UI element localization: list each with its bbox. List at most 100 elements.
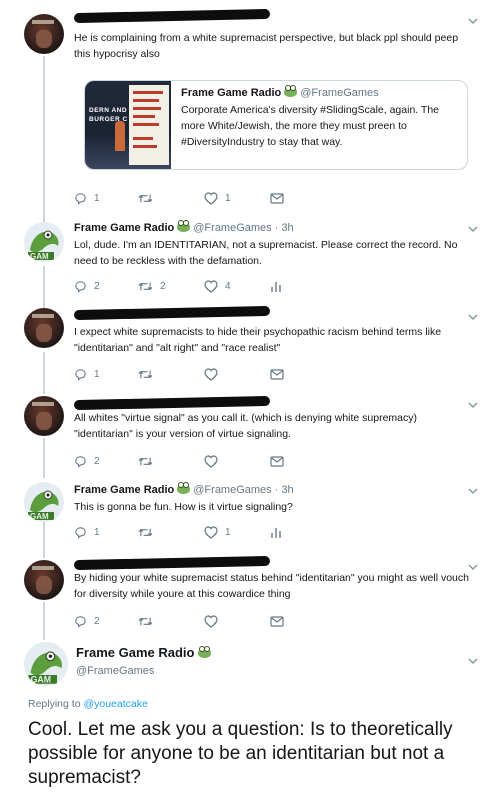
avatar[interactable] (24, 560, 64, 600)
retweet-button[interactable] (138, 191, 160, 205)
avatar[interactable]: GAM (24, 482, 64, 522)
avatar[interactable] (24, 14, 64, 54)
chevron-down-icon[interactable] (468, 400, 478, 410)
heart-icon (204, 279, 218, 293)
reply-count: 2 (94, 615, 100, 627)
message-button[interactable] (270, 614, 284, 628)
quoted-author: Frame Game Radio @FrameGames (181, 85, 461, 99)
heart-icon (204, 367, 218, 381)
main-author-handle[interactable]: @FrameGames (76, 665, 154, 677)
tweet-text: Lol, dude. I'm an IDENTITARIAN, not a su… (74, 239, 458, 267)
reply-icon (75, 526, 86, 539)
frog-emoji-icon (284, 85, 298, 97)
replying-to-link[interactable]: @youeatcake (83, 698, 147, 710)
like-button[interactable] (204, 367, 218, 381)
reply-icon (75, 192, 86, 205)
main-tweet-text: Cool. Let me ask you a question: Is to t… (28, 719, 453, 788)
reply-button[interactable]: 2 (74, 614, 100, 628)
main-author-name[interactable]: Frame Game Radio (76, 645, 195, 660)
tweet[interactable]: By hiding your white supremacist status … (0, 548, 496, 634)
replying-prefix: Replying to (28, 698, 81, 710)
quoted-tweet-text: Corporate America's diversity #SlidingSc… (181, 104, 440, 148)
quoted-tweet[interactable]: DERN AND BURGER C Frame Game Radio @Frame… (84, 80, 468, 170)
frog-avatar-icon: GAM (24, 222, 64, 262)
tweet-actions: 1 1 (74, 191, 304, 205)
reply-icon (75, 368, 86, 381)
heart-icon (204, 454, 218, 468)
reply-button[interactable]: 1 (74, 525, 100, 539)
reply-count: 1 (94, 192, 100, 204)
image-person (115, 121, 125, 151)
chevron-down-icon[interactable] (468, 16, 478, 26)
message-button[interactable] (270, 367, 284, 381)
retweet-button[interactable] (138, 614, 153, 628)
tweet[interactable]: I expect white supremacists to hide thei… (0, 300, 496, 386)
retweet-icon (138, 617, 153, 625)
svg-text:GAM: GAM (31, 675, 52, 685)
envelope-icon (270, 615, 284, 627)
like-button[interactable] (204, 454, 218, 468)
avatar[interactable] (24, 308, 64, 348)
analytics-button[interactable] (270, 279, 282, 293)
like-button[interactable]: 4 (204, 279, 231, 293)
tweet[interactable]: All whites "virtue signal" as you call i… (0, 388, 496, 474)
reply-count: 1 (94, 368, 100, 380)
retweet-button[interactable] (138, 367, 153, 381)
like-count: 1 (225, 526, 231, 538)
avatar[interactable]: GAM (24, 222, 64, 262)
chevron-down-icon[interactable] (468, 224, 478, 234)
reply-button[interactable]: 2 (74, 279, 100, 293)
analytics-button[interactable] (270, 525, 282, 539)
frog-avatar-icon: GAM (24, 642, 68, 686)
avatar[interactable] (24, 396, 64, 436)
like-count: 4 (225, 280, 231, 292)
author-handle[interactable]: @FrameGames · 3h (193, 222, 293, 234)
frog-emoji-icon (197, 646, 211, 658)
frog-emoji-icon (177, 482, 191, 494)
svg-text:GAM: GAM (30, 252, 49, 261)
message-button[interactable] (270, 191, 284, 205)
like-count: 1 (225, 192, 231, 204)
retweet-icon (138, 457, 153, 465)
tweet-text: This is gonna be fun. How is it virtue s… (74, 501, 293, 513)
tweet-actions: 1 1 (74, 525, 304, 539)
author-name[interactable]: Frame Game Radio (74, 484, 174, 496)
tweet[interactable]: GAM Frame Game Radio @FrameGames · 3h Lol… (0, 212, 496, 298)
reply-button[interactable]: 2 (74, 454, 100, 468)
tweet-text: All whites "virtue signal" as you call i… (74, 412, 418, 440)
like-button[interactable] (204, 614, 218, 628)
svg-text:GAM: GAM (30, 512, 49, 521)
heart-icon (204, 525, 218, 539)
envelope-icon (270, 368, 284, 380)
author-handle[interactable]: @FrameGames · 3h (193, 484, 293, 496)
tweet[interactable]: He is complaining from a white supremaci… (0, 0, 496, 210)
retweet-icon (138, 528, 153, 536)
tweet-text: He is complaining from a white supremaci… (74, 32, 459, 60)
reply-count: 2 (94, 280, 100, 292)
chevron-down-icon[interactable] (468, 486, 478, 496)
like-button[interactable]: 1 (204, 191, 231, 205)
chevron-down-icon[interactable] (468, 312, 478, 322)
retweet-button[interactable] (138, 454, 153, 468)
reply-icon (75, 455, 86, 468)
retweet-button[interactable] (138, 525, 153, 539)
heart-icon (204, 614, 218, 628)
retweet-button[interactable]: 2 (138, 279, 166, 293)
author-name[interactable]: Frame Game Radio (74, 222, 174, 234)
retweet-icon (138, 370, 153, 378)
quoted-tweet-image: DERN AND BURGER C (85, 81, 171, 169)
like-button[interactable]: 1 (204, 525, 231, 539)
reply-button[interactable]: 1 (74, 191, 100, 205)
reply-button[interactable]: 1 (74, 367, 100, 381)
reply-icon (75, 615, 86, 628)
replying-to: Replying to @youeatcake (28, 698, 148, 710)
frog-avatar-icon: GAM (24, 482, 64, 522)
chevron-down-icon[interactable] (468, 656, 478, 666)
message-button[interactable] (270, 454, 284, 468)
quoted-author-name: Frame Game Radio (181, 87, 282, 99)
tweet-actions: 1 (74, 367, 304, 381)
author-line: Frame Game Radio @FrameGames · 3h (74, 220, 294, 234)
tweet[interactable]: GAM Frame Game Radio @FrameGames · 3h Thi… (0, 476, 496, 546)
reply-icon (75, 280, 86, 293)
avatar[interactable]: GAM (24, 642, 68, 686)
